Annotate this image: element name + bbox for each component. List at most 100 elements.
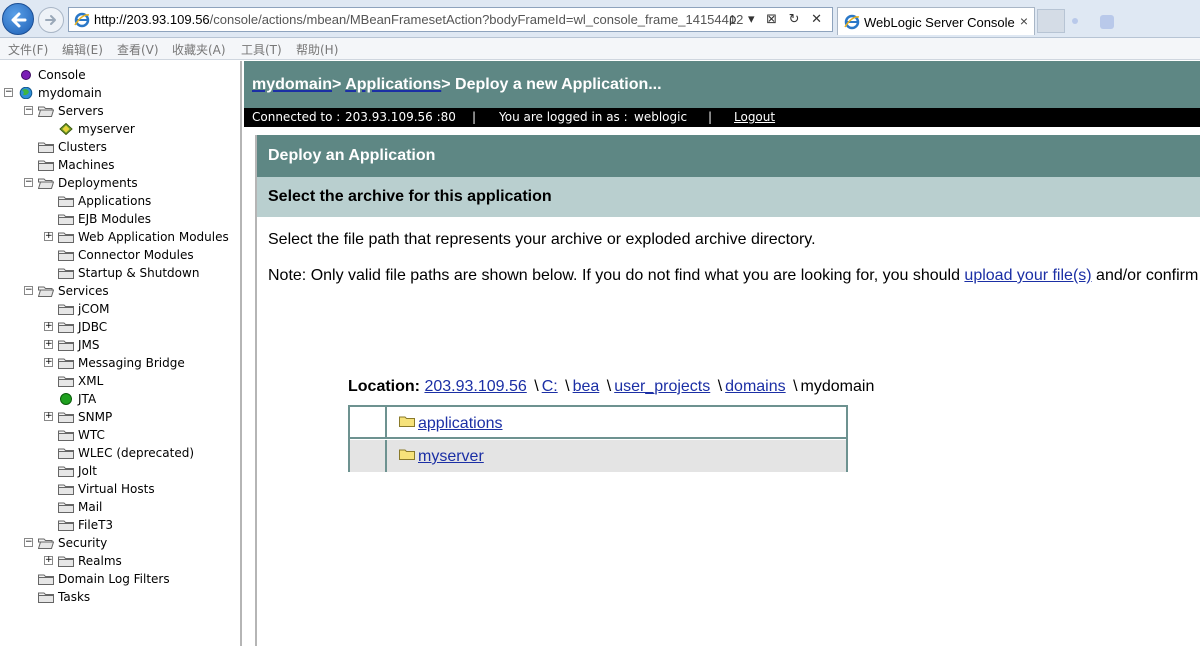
name-cell: applications <box>389 407 846 437</box>
location-link-host[interactable]: 203.93.109.56 <box>424 378 526 395</box>
breadcrumb: mydomain> Applications> Deploy a new App… <box>252 76 662 94</box>
select-cell[interactable] <box>350 440 387 472</box>
tree-item-connector-modules[interactable]: Connector Modules <box>0 246 240 264</box>
browser-toolbar: http://203.93.109.56/console/actions/mbe… <box>0 0 1200 38</box>
table-row[interactable]: myserver <box>350 440 846 472</box>
tree-item-mydomain[interactable]: − mydomain <box>0 84 240 102</box>
collapse-icon[interactable]: − <box>24 178 33 187</box>
folder-icon <box>58 556 74 567</box>
menu-bar: 文件(F) 编辑(E) 查看(V) 收藏夹(A) 工具(T) 帮助(H) <box>0 38 1200 60</box>
tree-item-label: Jolt <box>78 464 97 478</box>
tree-item-security[interactable]: − Security <box>0 534 240 552</box>
tree-item-mail[interactable]: Mail <box>0 498 240 516</box>
location-link-bea[interactable]: bea <box>573 378 600 395</box>
tree-item-clusters[interactable]: Clusters <box>0 138 240 156</box>
tree-item-jolt[interactable]: Jolt <box>0 462 240 480</box>
url-text[interactable]: http://203.93.109.56/console/actions/mbe… <box>94 12 744 27</box>
upload-files-link[interactable]: upload your file(s) <box>964 267 1091 284</box>
expand-icon[interactable]: + <box>44 340 53 349</box>
folder-link-applications[interactable]: applications <box>418 415 503 433</box>
select-cell[interactable] <box>350 407 387 437</box>
tree-item-label: Virtual Hosts <box>78 482 155 496</box>
menu-view[interactable]: 查看(V) <box>117 41 159 58</box>
crumb-applications[interactable]: Applications <box>345 76 441 93</box>
tree-item-virtual-hosts[interactable]: Virtual Hosts <box>0 480 240 498</box>
tree-item-label: Security <box>58 536 108 550</box>
tree-item-wtc[interactable]: WTC <box>0 426 240 444</box>
tree-item-applications[interactable]: Applications <box>0 192 240 210</box>
crumb-current: > Deploy a new Application... <box>441 76 662 93</box>
tree-item-ejb-modules[interactable]: EJB Modules <box>0 210 240 228</box>
forward-button[interactable] <box>38 7 64 33</box>
folder-icon <box>399 449 415 460</box>
tree-item-jms[interactable]: + JMS <box>0 336 240 354</box>
tree-item-label: JMS <box>78 338 100 352</box>
menu-favorites[interactable]: 收藏夹(A) <box>172 41 226 58</box>
tab-close-icon[interactable]: × <box>1020 13 1028 29</box>
folder-icon <box>58 520 74 531</box>
path-separator: \ <box>717 378 723 395</box>
tree-item-myserver[interactable]: myserver <box>0 120 240 138</box>
expand-icon[interactable]: + <box>44 322 53 331</box>
tree-item-services[interactable]: − Services <box>0 282 240 300</box>
expand-icon[interactable]: + <box>44 412 53 421</box>
expand-icon[interactable]: + <box>44 232 53 241</box>
location-link-user-projects[interactable]: user_projects <box>614 378 710 395</box>
menu-tools[interactable]: 工具(T) <box>241 41 282 58</box>
collapse-icon[interactable]: − <box>24 538 33 547</box>
tree-item-label: Clusters <box>58 140 107 154</box>
location-link-domains[interactable]: domains <box>725 378 785 395</box>
menu-file[interactable]: 文件(F) <box>8 41 48 58</box>
folder-icon <box>399 416 415 427</box>
tree-item-jdbc[interactable]: + JDBC <box>0 318 240 336</box>
tree-item-messaging-bridge[interactable]: + Messaging Bridge <box>0 354 240 372</box>
folder-icon <box>38 574 54 585</box>
folder-icon <box>58 322 74 333</box>
tree-item-snmp[interactable]: + SNMP <box>0 408 240 426</box>
tree-item-deployments[interactable]: − Deployments <box>0 174 240 192</box>
address-tools-icon[interactable]: ρ ▾ ⊠ ↻ ✕ <box>729 11 826 27</box>
arrow-right-icon <box>45 15 56 25</box>
location-label: Location: <box>348 378 420 395</box>
menu-help[interactable]: 帮助(H) <box>296 41 338 58</box>
folder-open-icon <box>38 538 54 549</box>
tree-item-domain-log-filters[interactable]: Domain Log Filters <box>0 570 240 588</box>
collapse-icon[interactable]: − <box>24 106 33 115</box>
tree-item-label: WLEC (deprecated) <box>78 446 195 460</box>
crumb-separator: > <box>332 76 342 93</box>
table-row[interactable]: applications <box>350 407 846 439</box>
tree-item-console[interactable]: Console <box>0 66 240 84</box>
back-button[interactable] <box>2 3 34 35</box>
tree-item-startup-shutdown[interactable]: Startup & Shutdown <box>0 264 240 282</box>
tree-item-tasks[interactable]: Tasks <box>0 588 240 606</box>
folder-open-icon <box>38 286 54 297</box>
folder-icon <box>58 232 74 243</box>
tree-item-jcom[interactable]: jCOM <box>0 300 240 318</box>
tree-item-jta[interactable]: JTA <box>0 390 240 408</box>
folder-link-myserver[interactable]: myserver <box>418 448 484 466</box>
new-tab-button[interactable] <box>1037 9 1065 33</box>
folder-icon <box>58 484 74 495</box>
logout-link[interactable]: Logout <box>734 110 775 124</box>
tree-item-servers[interactable]: − Servers <box>0 102 240 120</box>
tree-item-filet3[interactable]: FileT3 <box>0 516 240 534</box>
collapse-icon[interactable]: − <box>24 286 33 295</box>
address-bar[interactable]: http://203.93.109.56/console/actions/mbe… <box>68 7 833 32</box>
tree-item-label: Mail <box>78 500 103 514</box>
tree-item-web-application-modules[interactable]: + Web Application Modules <box>0 228 240 246</box>
tab-weblogic-console[interactable]: WebLogic Server Console × <box>837 7 1035 35</box>
panel-header: Deploy an Application <box>257 135 1200 177</box>
expand-icon[interactable]: + <box>44 556 53 565</box>
tree-item-xml[interactable]: XML <box>0 372 240 390</box>
location-link-c[interactable]: C: <box>542 378 558 395</box>
menu-edit[interactable]: 编辑(E) <box>62 41 103 58</box>
crumb-mydomain[interactable]: mydomain <box>252 76 332 93</box>
tree-item-wlec-deprecated[interactable]: WLEC (deprecated) <box>0 444 240 462</box>
collapse-icon[interactable]: − <box>4 88 13 97</box>
expand-icon[interactable]: + <box>44 358 53 367</box>
ie-logo-icon <box>844 14 860 30</box>
server-diamond-icon <box>59 123 73 135</box>
folder-icon <box>58 430 74 441</box>
tree-item-machines[interactable]: Machines <box>0 156 240 174</box>
tree-item-realms[interactable]: + Realms <box>0 552 240 570</box>
